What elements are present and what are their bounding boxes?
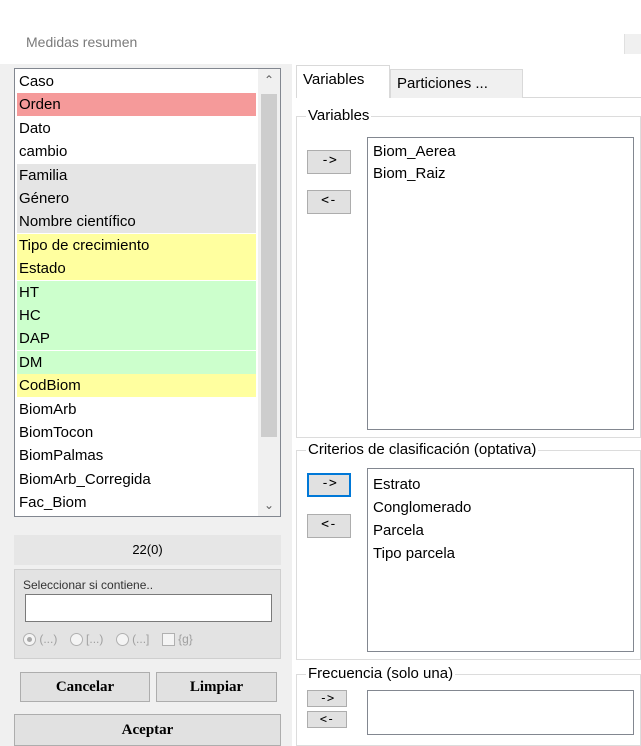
filter-input[interactable] — [25, 594, 272, 622]
frequency-list[interactable] — [367, 690, 634, 735]
variable-list-item[interactable]: BiomPalmas — [17, 444, 256, 468]
remove-frequency-button[interactable]: <- — [307, 711, 347, 728]
variable-list-item[interactable]: Dato — [17, 116, 256, 140]
variable-list-item[interactable]: Estado — [17, 257, 256, 281]
filter-label: Seleccionar si contiene.. — [23, 578, 154, 592]
variable-list-item[interactable]: DAP — [17, 327, 256, 351]
radio-icon — [115, 633, 129, 647]
variable-list-item[interactable]: HC — [17, 304, 256, 327]
add-variable-button[interactable]: -> — [307, 150, 351, 174]
tab-variables[interactable]: Variables — [296, 65, 390, 98]
filter-option-paren-bracket[interactable]: (...] — [115, 632, 149, 647]
list-item[interactable]: Estrato — [373, 473, 421, 496]
variable-list[interactable]: Caso Orden Dato cambio Familia Género Nombre c… — [14, 68, 281, 517]
scroll-thumb[interactable] — [261, 94, 277, 437]
variable-list-item[interactable]: Nombre científico — [17, 210, 256, 234]
filter-option-bracket-paren[interactable]: [...) — [69, 632, 103, 647]
list-item[interactable]: Biom_Raiz — [373, 162, 446, 185]
radio-icon — [23, 633, 36, 647]
filter-option-paren[interactable]: (...) — [23, 632, 57, 647]
variable-list-item[interactable]: BiomArb — [17, 397, 256, 421]
variable-list-item[interactable]: HT — [17, 280, 256, 304]
variable-list-item[interactable]: Familia — [17, 163, 256, 187]
frequency-legend: Frecuencia (solo una) — [306, 665, 456, 682]
remove-variable-button[interactable]: <- — [307, 190, 351, 214]
cancel-button[interactable]: Cancelar — [20, 672, 150, 702]
variable-list-item[interactable]: BiomArb_Corregida — [17, 467, 256, 491]
close-button[interactable] — [624, 34, 641, 54]
filter-option-case[interactable]: {g} — [161, 632, 193, 647]
scroll-up-icon[interactable]: ⌃ — [258, 69, 280, 91]
criteria-list[interactable]: Estrato Conglomerado Parcela Tipo parcel… — [367, 468, 634, 652]
scrollbar[interactable]: ⌃ ⌄ — [258, 69, 280, 516]
variable-list-item[interactable]: Tipo de crecimiento — [17, 233, 256, 257]
variable-list-item[interactable]: Caso — [17, 70, 256, 93]
radio-icon — [69, 633, 83, 647]
checkbox-icon — [161, 633, 175, 647]
scroll-down-icon[interactable]: ⌄ — [258, 494, 280, 516]
add-frequency-button[interactable]: -> — [307, 690, 347, 707]
variable-count: 22(0) — [14, 535, 281, 565]
list-item[interactable]: Conglomerado — [373, 496, 471, 519]
list-item[interactable]: Biom_Aerea — [373, 140, 456, 163]
add-criterion-button[interactable]: -> — [307, 473, 351, 497]
variable-list-item[interactable]: Género — [17, 187, 256, 210]
tab-particiones[interactable]: Particiones ... — [390, 69, 523, 98]
clear-button[interactable]: Limpiar — [156, 672, 277, 702]
variable-list-item[interactable]: Fac_Biom — [17, 491, 256, 515]
variables-list[interactable]: Biom_Aerea Biom_Raiz — [367, 137, 634, 430]
filter-options: (...) [...) (...] {g} — [23, 632, 202, 652]
accept-button[interactable]: Aceptar — [14, 714, 281, 746]
variable-list-item[interactable]: BiomTocon — [17, 421, 256, 444]
remove-criterion-button[interactable]: <- — [307, 514, 351, 538]
list-item[interactable]: Tipo parcela — [373, 542, 455, 565]
variable-list-item[interactable]: DM — [17, 350, 256, 374]
window-title: Medidas resumen — [26, 34, 138, 50]
variable-list-item[interactable]: CodBiom — [17, 374, 256, 398]
variables-legend: Variables — [306, 107, 372, 124]
variable-list-item[interactable]: cambio — [17, 140, 256, 164]
variable-list-item[interactable]: Orden — [17, 93, 256, 117]
filter-group: Seleccionar si contiene.. (...) [...) (.… — [14, 569, 281, 659]
list-item[interactable]: Parcela — [373, 519, 424, 542]
criteria-legend: Criterios de clasificación (optativa) — [306, 441, 539, 458]
